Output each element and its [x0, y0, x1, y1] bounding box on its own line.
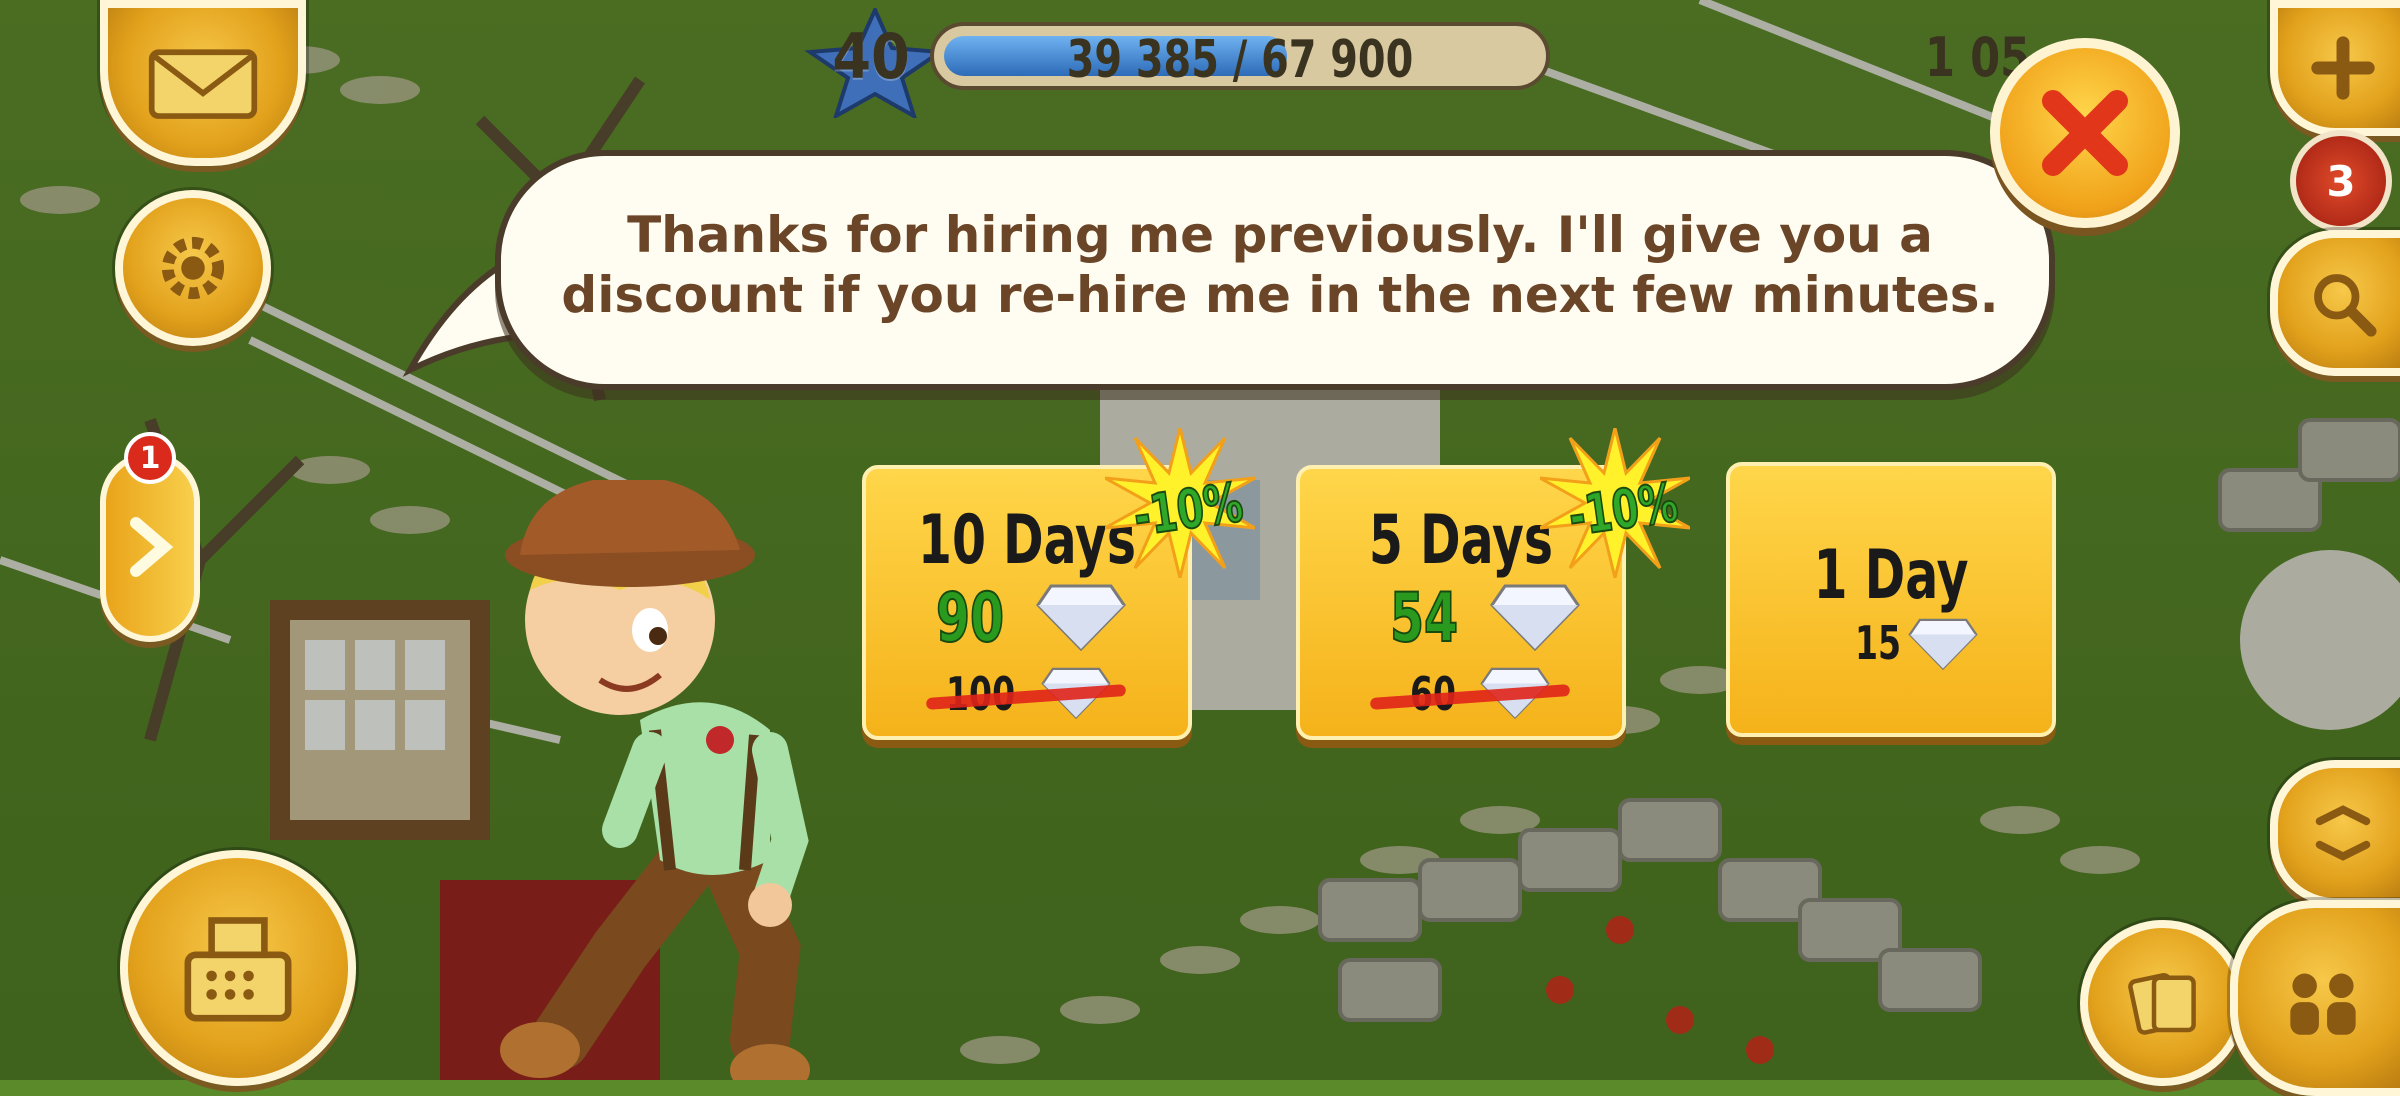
friends-icon: [2290, 973, 2356, 1035]
magnifier-icon: [2314, 274, 2377, 337]
add-currency-button[interactable]: [2270, 0, 2400, 136]
message-line-1: Thanks for hiring me previously. I'll gi…: [627, 206, 1933, 264]
message-line-2: discount if you re-hire me in the next f…: [561, 266, 1999, 324]
hire-option-title: 1 Day: [1813, 536, 1969, 615]
diamond-icon: [1036, 584, 1126, 651]
level-number: 40: [832, 20, 910, 93]
mail-button[interactable]: [100, 0, 306, 166]
diamond-icon: [1908, 618, 1978, 670]
diamond-icon: [1490, 584, 1580, 651]
friends-button[interactable]: [2230, 900, 2400, 1096]
side-panel-notification-badge: 1: [124, 432, 176, 484]
cards-button[interactable]: [2080, 920, 2246, 1086]
plus-icon: [2311, 36, 2375, 100]
chevron-right-icon: [130, 517, 174, 577]
hire-option-1-day[interactable]: 1 Day 15: [1726, 462, 2056, 737]
xp-progress-bar: 39 385 / 67 900: [930, 22, 1550, 90]
speech-bubble-text: Thanks for hiring me previously. I'll gi…: [520, 205, 2040, 325]
farmhand-character: [500, 480, 810, 1080]
gear-icon: [161, 236, 225, 300]
hire-option-price: 54: [1389, 578, 1459, 659]
cards-icon: [2128, 972, 2196, 1035]
search-button[interactable]: [2270, 230, 2400, 376]
right-count-badge[interactable]: 3: [2290, 130, 2392, 232]
close-button[interactable]: [1990, 38, 2180, 228]
map-expand-icon: [2315, 805, 2371, 861]
mail-icon: [148, 49, 258, 119]
cash-register-icon: [184, 917, 292, 1022]
close-icon: [2042, 90, 2128, 176]
hire-option-price: 15: [1855, 616, 1902, 670]
xp-text: 39 385 / 67 900: [1066, 30, 1414, 90]
settings-button[interactable]: [115, 190, 271, 346]
expand-map-button[interactable]: [2270, 760, 2400, 906]
roadside-shop-button[interactable]: [120, 850, 356, 1086]
